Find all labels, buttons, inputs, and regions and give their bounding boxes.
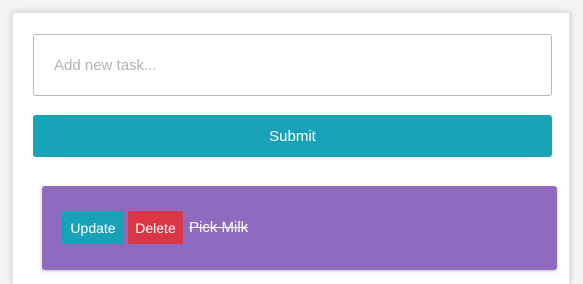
submit-button[interactable]: Submit <box>33 115 552 157</box>
task-text: Pick Milk <box>189 219 249 236</box>
delete-button[interactable]: Delete <box>128 211 183 244</box>
task-item: Update Delete Pick Milk <box>42 186 557 270</box>
new-task-input[interactable] <box>33 34 552 96</box>
update-button[interactable]: Update <box>62 211 124 244</box>
task-row: Update Delete Pick Milk <box>62 211 248 244</box>
todo-card: Submit Update Delete Pick Milk <box>12 12 570 284</box>
